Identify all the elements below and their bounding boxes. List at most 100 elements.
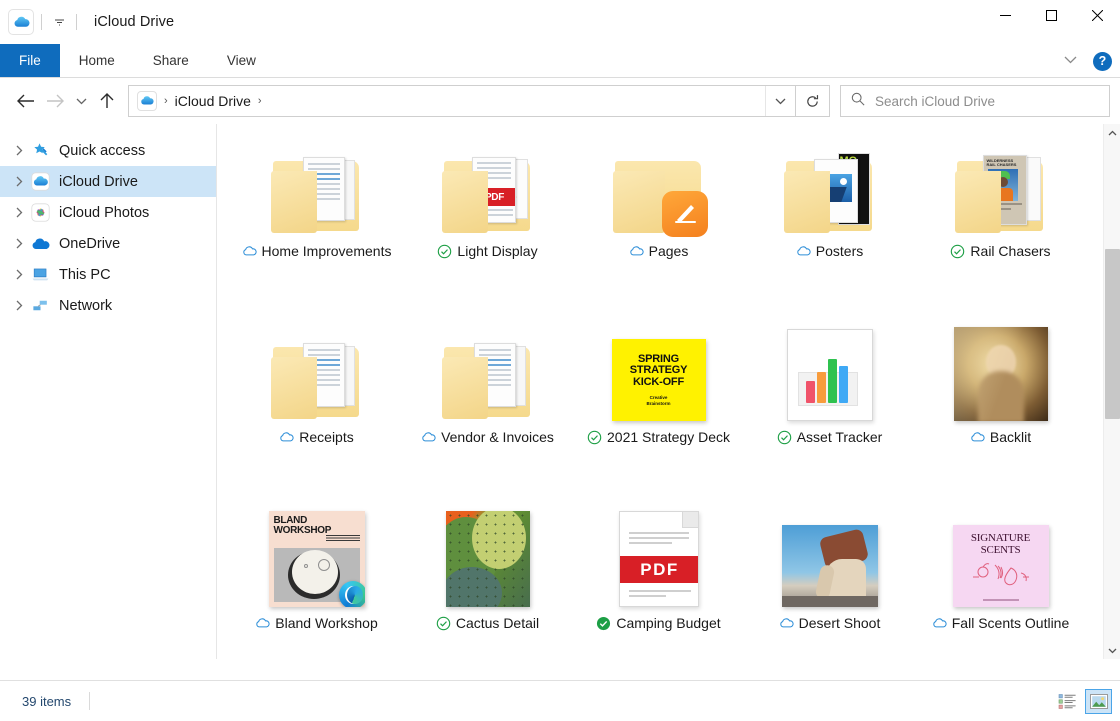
chevron-down-icon[interactable] xyxy=(1056,51,1085,71)
network-icon xyxy=(30,296,50,316)
back-button[interactable] xyxy=(10,86,40,116)
file-item[interactable]: Cactus Detail xyxy=(402,505,573,659)
file-item[interactable]: PDF Camping Budget xyxy=(573,505,744,659)
search-box[interactable]: Search iCloud Drive xyxy=(840,85,1110,117)
sync-cloud-icon xyxy=(629,244,644,259)
file-name: 2021 Strategy Deck xyxy=(607,428,730,447)
vertical-scrollbar[interactable] xyxy=(1103,124,1120,659)
file-list-view[interactable]: Home Improvements xyxy=(217,124,1120,659)
poster-signature-scents-thumbnail: SIGNATURE SCENTS xyxy=(953,511,1049,607)
breadcrumb-separator-2[interactable]: › xyxy=(251,95,269,107)
status-divider xyxy=(89,692,90,710)
sync-cloud-icon xyxy=(242,244,257,259)
toolbar-divider xyxy=(41,14,42,30)
file-item[interactable]: SPRING STRATEGY KICK-OFF Creative Brains… xyxy=(573,319,744,505)
poster-spring-strategy-thumbnail: SPRING STRATEGY KICK-OFF Creative Brains… xyxy=(611,325,707,421)
file-item[interactable]: Pages xyxy=(573,133,744,319)
poster-line-1: SPRING xyxy=(638,353,679,365)
folder-magazine-thumbnail: WILDERNESSRAIL CHASERS xyxy=(953,139,1049,235)
poster-bland-workshop-thumbnail: BLAND WORKSHOP xyxy=(269,511,365,607)
sidebar-item-icloud-drive[interactable]: iCloud Drive xyxy=(0,166,216,197)
sidebar-item-this-pc[interactable]: This PC xyxy=(0,259,216,290)
details-view-button[interactable] xyxy=(1054,689,1081,714)
search-input[interactable]: Search iCloud Drive xyxy=(875,94,995,109)
tab-share[interactable]: Share xyxy=(134,44,208,77)
sidebar-label: Network xyxy=(59,298,112,314)
icloud-photos-icon xyxy=(30,203,50,223)
view-mode-buttons xyxy=(1054,689,1112,714)
window-controls xyxy=(982,0,1120,30)
refresh-button[interactable] xyxy=(796,85,830,117)
minimize-button[interactable] xyxy=(982,0,1028,30)
file-item[interactable]: BLAND WORKSHOP xyxy=(231,505,402,659)
file-name: Receipts xyxy=(299,428,353,447)
file-name: Fall Scents Outline xyxy=(952,614,1070,633)
sidebar-item-quick-access[interactable]: Quick access xyxy=(0,135,216,166)
ribbon-tabs: File Home Share View ? xyxy=(0,44,1120,78)
scrollbar-thumb[interactable] xyxy=(1105,249,1120,419)
sync-cloud-icon xyxy=(421,430,436,445)
file-item[interactable]: Vendor & Invoices xyxy=(402,319,573,505)
file-item[interactable]: SIGNATURE SCENTS xyxy=(915,505,1086,659)
file-item[interactable]: PDF Light Display xyxy=(402,133,573,319)
chevron-right-icon[interactable] xyxy=(8,269,30,280)
sidebar-item-icloud-photos[interactable]: iCloud Photos xyxy=(0,197,216,228)
sidebar-label: Quick access xyxy=(59,143,145,159)
sync-cloud-icon xyxy=(796,244,811,259)
status-bar: 39 items xyxy=(0,680,1120,721)
sync-check-filled-icon xyxy=(596,616,611,631)
tab-view[interactable]: View xyxy=(208,44,275,77)
file-name: Vendor & Invoices xyxy=(441,428,554,447)
file-item[interactable]: Receipts xyxy=(231,319,402,505)
breadcrumb-separator-1[interactable]: › xyxy=(157,95,175,107)
help-button[interactable]: ? xyxy=(1093,52,1112,71)
star-pin-icon xyxy=(30,141,50,161)
file-item[interactable]: WILDERNESSRAIL CHASERS xyxy=(915,133,1086,319)
poster-line-2: SCENTS xyxy=(981,544,1021,556)
large-icons-view-button[interactable] xyxy=(1085,689,1112,714)
sync-cloud-icon xyxy=(932,616,947,631)
tab-file[interactable]: File xyxy=(0,44,60,77)
chevron-right-icon[interactable] xyxy=(8,145,30,156)
pages-app-icon xyxy=(662,191,708,237)
edge-browser-icon xyxy=(339,581,365,607)
address-bar[interactable]: › iCloud Drive › xyxy=(128,85,796,117)
maximize-button[interactable] xyxy=(1028,0,1074,30)
sync-check-icon xyxy=(587,430,602,445)
file-name: Cactus Detail xyxy=(456,614,539,633)
file-item[interactable]: Desert Shoot xyxy=(744,505,915,659)
address-dropdown-button[interactable] xyxy=(765,86,795,116)
file-item[interactable]: Backlit xyxy=(915,319,1086,505)
poster-line-2: WORKSHOP xyxy=(274,525,332,536)
breadcrumb-path[interactable]: iCloud Drive xyxy=(175,93,251,109)
chevron-right-icon[interactable] xyxy=(8,300,30,311)
tab-home[interactable]: Home xyxy=(60,44,134,77)
scroll-down-button[interactable] xyxy=(1104,642,1120,659)
item-count-label: 39 items xyxy=(8,694,71,709)
sync-cloud-icon xyxy=(255,616,270,631)
file-item[interactable]: Asset Tracker xyxy=(744,319,915,505)
chevron-right-icon[interactable] xyxy=(8,238,30,249)
sidebar-item-onedrive[interactable]: OneDrive xyxy=(0,228,216,259)
chevron-right-icon[interactable] xyxy=(8,176,30,187)
scroll-up-button[interactable] xyxy=(1104,124,1120,141)
up-button[interactable] xyxy=(92,86,122,116)
quick-access-dropdown[interactable] xyxy=(49,11,69,33)
poster-line-1: SIGNATURE xyxy=(971,532,1030,544)
photo-cactus-thumbnail xyxy=(440,511,536,607)
chevron-right-icon[interactable] xyxy=(8,207,30,218)
file-name: Posters xyxy=(816,242,863,261)
file-name: Bland Workshop xyxy=(275,614,377,633)
file-item[interactable]: Home Improvements xyxy=(231,133,402,319)
sync-check-icon xyxy=(436,616,451,631)
breadcrumb-icloud-icon xyxy=(137,91,157,111)
recent-locations-button[interactable] xyxy=(70,86,92,116)
file-name: Pages xyxy=(649,242,689,261)
poster-sub-2: Brainstorm xyxy=(646,401,670,406)
sidebar-label: OneDrive xyxy=(59,236,120,252)
navigation-bar: › iCloud Drive › Search iCloud Drive xyxy=(0,78,1120,124)
file-item[interactable]: MOVEMENT xyxy=(744,133,915,319)
navigation-pane: Quick access iCloud Drive xyxy=(0,124,217,659)
close-button[interactable] xyxy=(1074,0,1120,30)
sidebar-item-network[interactable]: Network xyxy=(0,290,216,321)
